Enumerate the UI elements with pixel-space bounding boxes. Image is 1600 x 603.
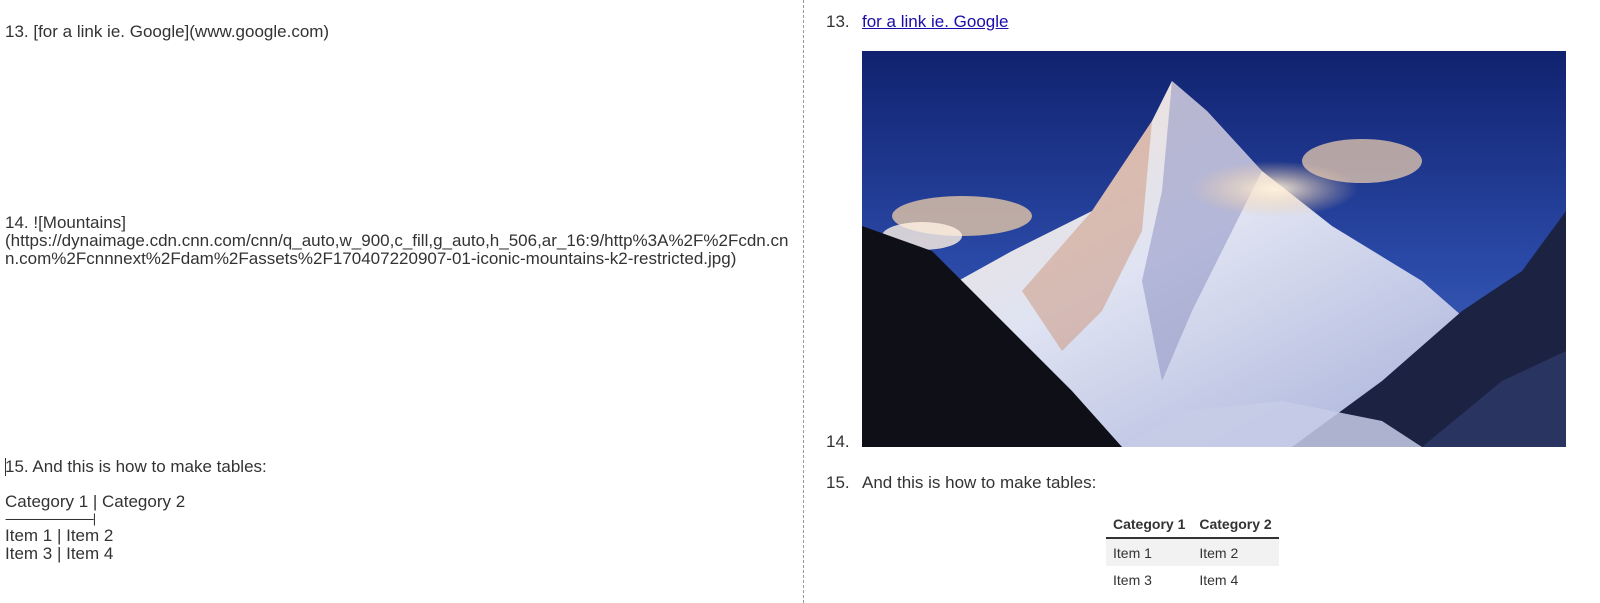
- rendered-table: Category 1 Category 2 Item 1 Item 2 Item…: [1106, 512, 1279, 593]
- list-number-15: 15.: [826, 473, 850, 492]
- list-number-13: 13.: [826, 12, 850, 31]
- markdown-editor-pane[interactable]: 13. [for a link ie. Google](www.google.c…: [0, 0, 803, 603]
- table-cell: Item 2: [1192, 538, 1279, 566]
- table-header-1: Category 1: [1106, 512, 1193, 539]
- table-header-2: Category 2: [1192, 512, 1279, 539]
- tables-paragraph: And this is how to make tables:: [862, 473, 1097, 492]
- editor-table-row-1[interactable]: Item 1 | Item 2: [5, 527, 113, 545]
- editor-line-14-url[interactable]: (https://dynaimage.cdn.cnn.com/cnn/q_aut…: [5, 232, 795, 268]
- editor-line-15[interactable]: 15. And this is how to make tables:: [5, 458, 267, 476]
- mountains-image: [862, 51, 1566, 447]
- table-cell: Item 1: [1106, 538, 1193, 566]
- editor-table-row-2[interactable]: Item 3 | Item 4: [5, 545, 113, 563]
- editor-line-14[interactable]: 14. ![Mountains]: [5, 214, 126, 232]
- editor-line-15-text[interactable]: 15. And this is how to make tables:: [5, 457, 267, 476]
- table-row: Item 3 Item 4: [1106, 566, 1279, 593]
- table-row: Item 1 Item 2: [1106, 538, 1279, 566]
- google-link[interactable]: for a link ie. Google: [862, 12, 1008, 32]
- editor-line-13[interactable]: 13. [for a link ie. Google](www.google.c…: [5, 23, 329, 41]
- table-cell: Item 4: [1199, 572, 1239, 588]
- list-number-14: 14.: [826, 432, 850, 451]
- editor-table-header[interactable]: Category 1 | Category 2: [5, 493, 185, 511]
- table-cell: Item 3: [1113, 572, 1152, 588]
- pane-divider[interactable]: [803, 0, 804, 603]
